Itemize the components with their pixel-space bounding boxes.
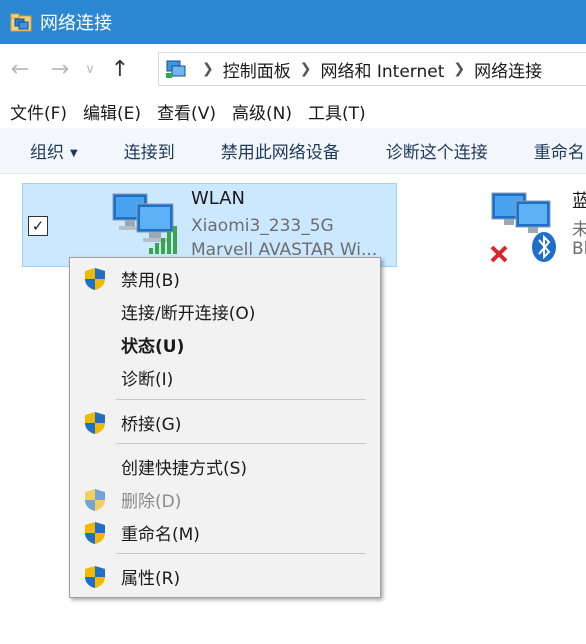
menu-edit[interactable]: 编辑(E): [83, 99, 141, 124]
window-title: 网络连接: [40, 13, 112, 34]
connection-name: WLAN: [191, 188, 246, 209]
up-arrow-icon[interactable]: ↑: [100, 57, 140, 82]
wireless-network-adapter-icon: [112, 193, 177, 254]
connection-item-bluetooth[interactable]: 蓝 未 Bl: [488, 183, 586, 267]
breadcrumb-network-internet[interactable]: 网络和 Internet: [320, 57, 444, 82]
context-menu: 禁用(B) 连接/断开连接(O) 状态(U) 诊断(I) 桥接(G) 创建快捷方…: [69, 257, 381, 598]
connection-status: 未: [572, 220, 586, 240]
breadcrumb-separator-icon: ❯: [453, 61, 466, 77]
forward-arrow-icon[interactable]: →: [40, 57, 80, 82]
dropdown-caret-icon: ▼: [70, 147, 78, 159]
menu-advanced[interactable]: 高级(N): [232, 99, 292, 124]
uac-shield-icon: [85, 489, 105, 511]
menu-item-properties[interactable]: 属性(R): [70, 560, 380, 592]
menu-file[interactable]: 文件(F): [10, 99, 67, 124]
breadcrumb-separator-icon: ❯: [299, 61, 312, 77]
breadcrumb-control-panel[interactable]: 控制面板: [223, 57, 291, 82]
recent-locations-chevron-icon[interactable]: ∨: [80, 62, 100, 77]
uac-shield-icon: [85, 566, 105, 588]
disable-device-button[interactable]: 禁用此网络设备: [221, 138, 340, 163]
breadcrumb-network-connections[interactable]: 网络连接: [474, 57, 542, 82]
menu-separator: [116, 443, 366, 444]
menu-item-create-shortcut[interactable]: 创建快捷方式(S): [70, 450, 380, 482]
bluetooth-network-adapter-icon: [490, 192, 556, 263]
connection-network: Xiaomi3_233_5G: [191, 216, 334, 236]
uac-shield-icon: [85, 268, 105, 290]
address-bar[interactable]: ❯ 控制面板 ❯ 网络和 Internet ❯ 网络连接: [158, 52, 586, 86]
uac-shield-icon: [85, 522, 105, 544]
diagnose-connection-button[interactable]: 诊断这个连接: [386, 138, 488, 163]
title-bar[interactable]: 网络连接: [0, 0, 586, 44]
menu-view[interactable]: 查看(V): [157, 99, 216, 124]
connect-to-button[interactable]: 连接到: [124, 138, 175, 163]
menu-tools[interactable]: 工具(T): [308, 99, 366, 124]
menu-item-bridge[interactable]: 桥接(G): [70, 406, 380, 438]
organize-button[interactable]: 组织 ▼: [30, 138, 78, 163]
menu-item-delete: 删除(D): [70, 483, 380, 515]
rename-button[interactable]: 重命名: [534, 138, 585, 163]
navigation-bar: ← → ∨ ↑ ❯ 控制面板 ❯ 网络和 Internet ❯ 网络连接: [0, 44, 586, 94]
back-arrow-icon[interactable]: ←: [0, 57, 40, 82]
network-folder-icon: [10, 13, 32, 32]
uac-shield-icon: [85, 412, 105, 434]
item-checkbox[interactable]: ✓: [28, 216, 48, 236]
breadcrumb-separator-icon: ❯: [202, 61, 214, 77]
menu-item-connect-disconnect[interactable]: 连接/断开连接(O): [70, 295, 380, 327]
menu-separator: [116, 553, 366, 554]
menu-item-diagnose[interactable]: 诊断(I): [70, 361, 380, 393]
menu-item-status[interactable]: 状态(U): [70, 328, 380, 360]
connection-adapter: Bl: [572, 239, 586, 259]
command-bar: 组织 ▼ 连接到 禁用此网络设备 诊断这个连接 重命名: [0, 128, 586, 174]
network-connections-window: 网络连接 ← → ∨ ↑ ❯ 控制面板 ❯ 网络和 Internet ❯ 网络连…: [0, 0, 586, 644]
control-panel-icon: [166, 60, 186, 78]
connection-item-wlan[interactable]: ✓ WLAN Xiaomi3_233_5G Marvell AVASTAR Wi…: [22, 183, 397, 267]
connection-name: 蓝: [572, 191, 586, 212]
menu-item-rename[interactable]: 重命名(M): [70, 516, 380, 548]
menu-bar: 文件(F) 编辑(E) 查看(V) 高级(N) 工具(T): [0, 94, 586, 128]
menu-item-disable[interactable]: 禁用(B): [70, 262, 380, 294]
menu-separator: [116, 399, 366, 400]
